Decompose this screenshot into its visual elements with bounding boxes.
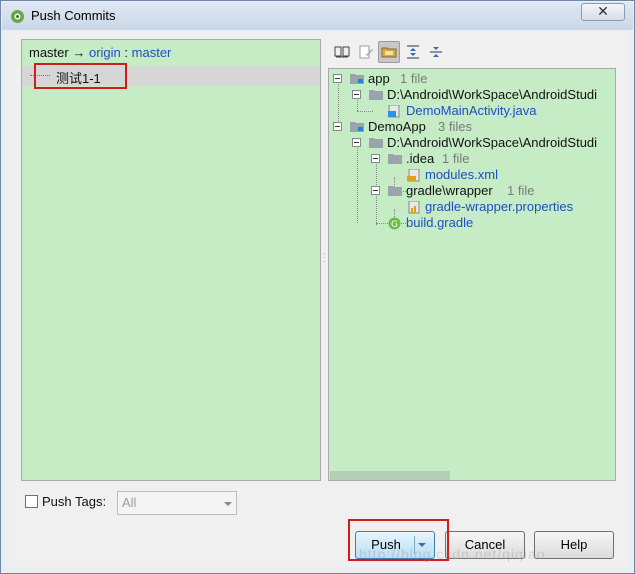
watermark: http://blog.csdn.net/qiqiao	[359, 546, 546, 562]
remote-branch[interactable]: master	[132, 45, 172, 60]
module-folder-icon	[350, 122, 364, 132]
collapse-toggle-icon[interactable]	[371, 154, 380, 163]
node-label: .idea	[406, 151, 435, 166]
close-icon: ✕	[597, 3, 609, 19]
file-count: 3 files	[438, 119, 472, 134]
node-label: gradle\wrapper	[406, 183, 493, 198]
node-label: modules.xml	[425, 167, 498, 182]
module-folder-icon	[350, 74, 364, 84]
group-by-directory-icon	[381, 47, 397, 58]
tree-connector	[357, 145, 358, 223]
branch-separator: :	[124, 45, 129, 60]
push-tags-checkbox[interactable]	[25, 495, 38, 508]
arrow-icon: →	[72, 45, 86, 60]
tree-connector	[357, 111, 373, 112]
remote-name[interactable]: origin	[89, 45, 121, 60]
folder-icon	[388, 154, 402, 164]
changes-tree[interactable]: app 1 file D:\Android\WorkSpace\AndroidS…	[328, 68, 616, 481]
group-by-directory-button[interactable]	[378, 41, 400, 63]
file-count: 1 file	[400, 71, 428, 86]
node-label: DemoMainActivity.java	[406, 103, 537, 118]
commits-panel[interactable]: master → origin : master 测试1-1	[21, 39, 321, 481]
node-label: gradle-wrapper.properties	[425, 199, 574, 214]
file-count: 1 file	[507, 183, 535, 198]
edit-source-button[interactable]	[355, 41, 377, 63]
node-label: D:\Android\WorkSpace\AndroidStudi	[387, 87, 598, 102]
highlight-annotation	[34, 63, 127, 89]
node-label: D:\Android\WorkSpace\AndroidStudi	[387, 135, 598, 150]
chevron-down-icon	[224, 502, 232, 506]
dialog-body: master → origin : master 测试1-1 · · · app…	[9, 31, 628, 567]
tags-select[interactable]: All	[117, 491, 237, 515]
collapse-toggle-icon[interactable]	[333, 122, 342, 131]
help-button[interactable]: Help	[534, 531, 614, 559]
local-branch: master	[29, 45, 69, 60]
svg-text:G: G	[391, 220, 398, 230]
window-title: Push Commits	[31, 8, 116, 23]
node-label: app	[368, 71, 390, 86]
branch-line: master → origin : master	[29, 45, 171, 60]
folder-icon	[388, 186, 402, 196]
node-label: DemoApp	[368, 119, 426, 134]
collapse-all-icon	[430, 47, 442, 57]
expand-all-button[interactable]	[402, 41, 424, 63]
file-count: 1 file	[442, 151, 470, 166]
diff-icon	[334, 46, 350, 58]
tags-select-value: All	[122, 495, 137, 510]
expand-all-icon	[407, 45, 419, 59]
collapse-toggle-icon[interactable]	[371, 186, 380, 195]
push-tags-label[interactable]: Push Tags:	[42, 494, 106, 509]
push-commits-dialog: Push Commits ✕ master → origin : master …	[0, 0, 635, 574]
diff-button[interactable]	[331, 41, 353, 63]
properties-file-icon	[408, 201, 420, 214]
android-studio-icon	[11, 10, 24, 23]
tree-connector	[357, 97, 358, 111]
title-bar[interactable]: Push Commits ✕	[2, 2, 633, 30]
node-label: build.gradle	[406, 215, 474, 230]
xml-file-icon	[407, 169, 420, 182]
splitter-handle[interactable]: · · ·	[321, 249, 327, 266]
horizontal-scrollbar[interactable]	[330, 471, 450, 480]
help-button-label: Help	[560, 537, 588, 552]
collapse-toggle-icon[interactable]	[352, 90, 361, 99]
edit-source-icon	[359, 45, 373, 59]
collapse-all-button[interactable]	[425, 41, 447, 63]
collapse-toggle-icon[interactable]	[352, 138, 361, 147]
close-button[interactable]: ✕	[581, 3, 625, 21]
folder-icon	[369, 90, 383, 100]
java-file-icon	[388, 105, 400, 118]
gradle-file-icon: G	[388, 217, 401, 230]
folder-icon	[369, 138, 383, 148]
tree-connector	[376, 223, 388, 224]
collapse-toggle-icon[interactable]	[333, 74, 342, 83]
